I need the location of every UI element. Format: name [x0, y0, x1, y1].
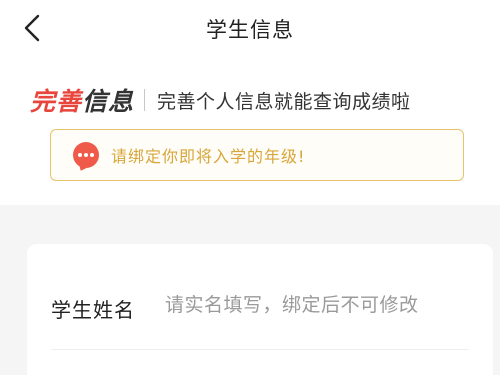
chat-bubble-icon: [73, 142, 99, 173]
page-title: 学生信息: [206, 18, 294, 42]
header-section: 完善 信息 完善个人信息就能查询成绩啦: [30, 80, 411, 120]
row-divider: [51, 349, 469, 350]
brand-text-dark: 信息: [82, 87, 135, 116]
form-card: 学生姓名: [27, 244, 493, 375]
student-name-label: 学生姓名: [51, 298, 135, 322]
brand-text-red: 完善: [30, 87, 83, 116]
header-divider: [144, 89, 146, 111]
student-info-page: 学生信息 完善 信息 完善个人信息就能查询成绩啦 请绑定你即将入学的年级! 学生…: [0, 0, 500, 375]
student-name-row: 学生姓名: [27, 244, 493, 350]
nav-bar: 学生信息: [0, 0, 500, 58]
notice-banner: 请绑定你即将入学的年级!: [50, 129, 464, 181]
student-name-input[interactable]: [165, 288, 475, 322]
notice-text: 请绑定你即将入学的年级!: [111, 147, 306, 166]
header-subtitle: 完善个人信息就能查询成绩啦: [157, 90, 411, 113]
